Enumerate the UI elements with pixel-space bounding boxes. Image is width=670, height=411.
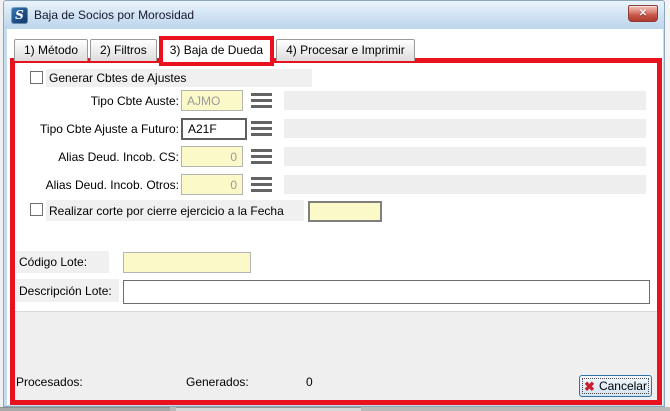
alias-incob-otros-menu-icon[interactable] bbox=[251, 177, 272, 192]
tipo-cbte-futuro-input[interactable] bbox=[181, 118, 247, 140]
generados-label: Generados: bbox=[186, 375, 249, 389]
descripcion-lote-label: Descripción Lote: bbox=[16, 279, 119, 302]
alias-incob-otros-label: Alias Deud. Incob. Otros: bbox=[15, 178, 179, 192]
alias-incob-cs-input[interactable] bbox=[181, 146, 243, 167]
alias-incob-otros-input[interactable] bbox=[181, 174, 243, 195]
desktop-edge-fragment bbox=[0, 0, 3, 407]
status-section bbox=[15, 311, 657, 400]
dialog-client-area: 1) Método 2) Filtros 3) Baja de Dueda 4)… bbox=[7, 29, 663, 405]
dialog-window: S Baja de Socios por Morosidad ✕ 1) Méto… bbox=[3, 0, 665, 407]
cancelar-button-label: Cancelar bbox=[599, 379, 647, 393]
generar-cbtes-checkbox[interactable] bbox=[30, 71, 43, 84]
window-title: Baja de Socios por Morosidad bbox=[34, 8, 194, 22]
procesados-label: Procesados: bbox=[16, 375, 83, 389]
taskbar-fragment-left bbox=[0, 407, 170, 411]
realizar-corte-checkbox[interactable] bbox=[30, 203, 43, 216]
tipo-cbte-futuro-readonly-field bbox=[284, 119, 646, 138]
tipo-cbte-auste-readonly-field bbox=[284, 91, 646, 110]
alias-incob-cs-label: Alias Deud. Incob. CS: bbox=[15, 150, 179, 164]
titlebar: S Baja de Socios por Morosidad ✕ bbox=[4, 1, 664, 29]
realizar-corte-label: Realizar corte por cierre ejercicio a la… bbox=[46, 200, 304, 221]
codigo-lote-label: Código Lote: bbox=[16, 251, 109, 273]
tipo-cbte-auste-input[interactable] bbox=[181, 90, 243, 111]
generados-value: 0 bbox=[306, 375, 313, 389]
tipo-cbte-auste-menu-icon[interactable] bbox=[251, 93, 272, 108]
cancelar-button[interactable]: ✖ Cancelar bbox=[579, 375, 652, 397]
cancel-x-icon: ✖ bbox=[584, 380, 595, 393]
tab-metodo[interactable]: 1) Método bbox=[14, 39, 88, 61]
codigo-lote-input[interactable] bbox=[123, 252, 251, 273]
tab-bar: 1) Método 2) Filtros 3) Baja de Dueda 4)… bbox=[14, 36, 417, 66]
tipo-cbte-futuro-menu-icon[interactable] bbox=[251, 121, 272, 136]
tipo-cbte-auste-label: Tipo Cbte Auste: bbox=[15, 94, 179, 108]
close-button[interactable]: ✕ bbox=[628, 5, 658, 22]
app-icon: S bbox=[11, 7, 28, 24]
close-icon: ✕ bbox=[639, 8, 647, 19]
alias-incob-cs-readonly-field bbox=[284, 147, 646, 166]
content-panel: Generar Cbtes de Ajustes Tipo Cbte Auste… bbox=[10, 58, 662, 405]
generar-cbtes-label: Generar Cbtes de Ajustes bbox=[46, 69, 312, 87]
alias-incob-otros-readonly-field bbox=[284, 175, 646, 194]
taskbar-fragment-button bbox=[176, 407, 361, 411]
tab-filtros[interactable]: 2) Filtros bbox=[90, 39, 157, 61]
descripcion-lote-input[interactable] bbox=[123, 280, 650, 304]
tipo-cbte-futuro-label: Tipo Cbte Ajuste a Futuro: bbox=[15, 122, 179, 136]
tab-baja-de-dueda[interactable]: 3) Baja de Dueda bbox=[159, 36, 274, 66]
alias-incob-cs-menu-icon[interactable] bbox=[251, 149, 272, 164]
fecha-corte-input[interactable] bbox=[308, 201, 382, 222]
tab-procesar-imprimir[interactable]: 4) Procesar e Imprimir bbox=[276, 39, 415, 61]
